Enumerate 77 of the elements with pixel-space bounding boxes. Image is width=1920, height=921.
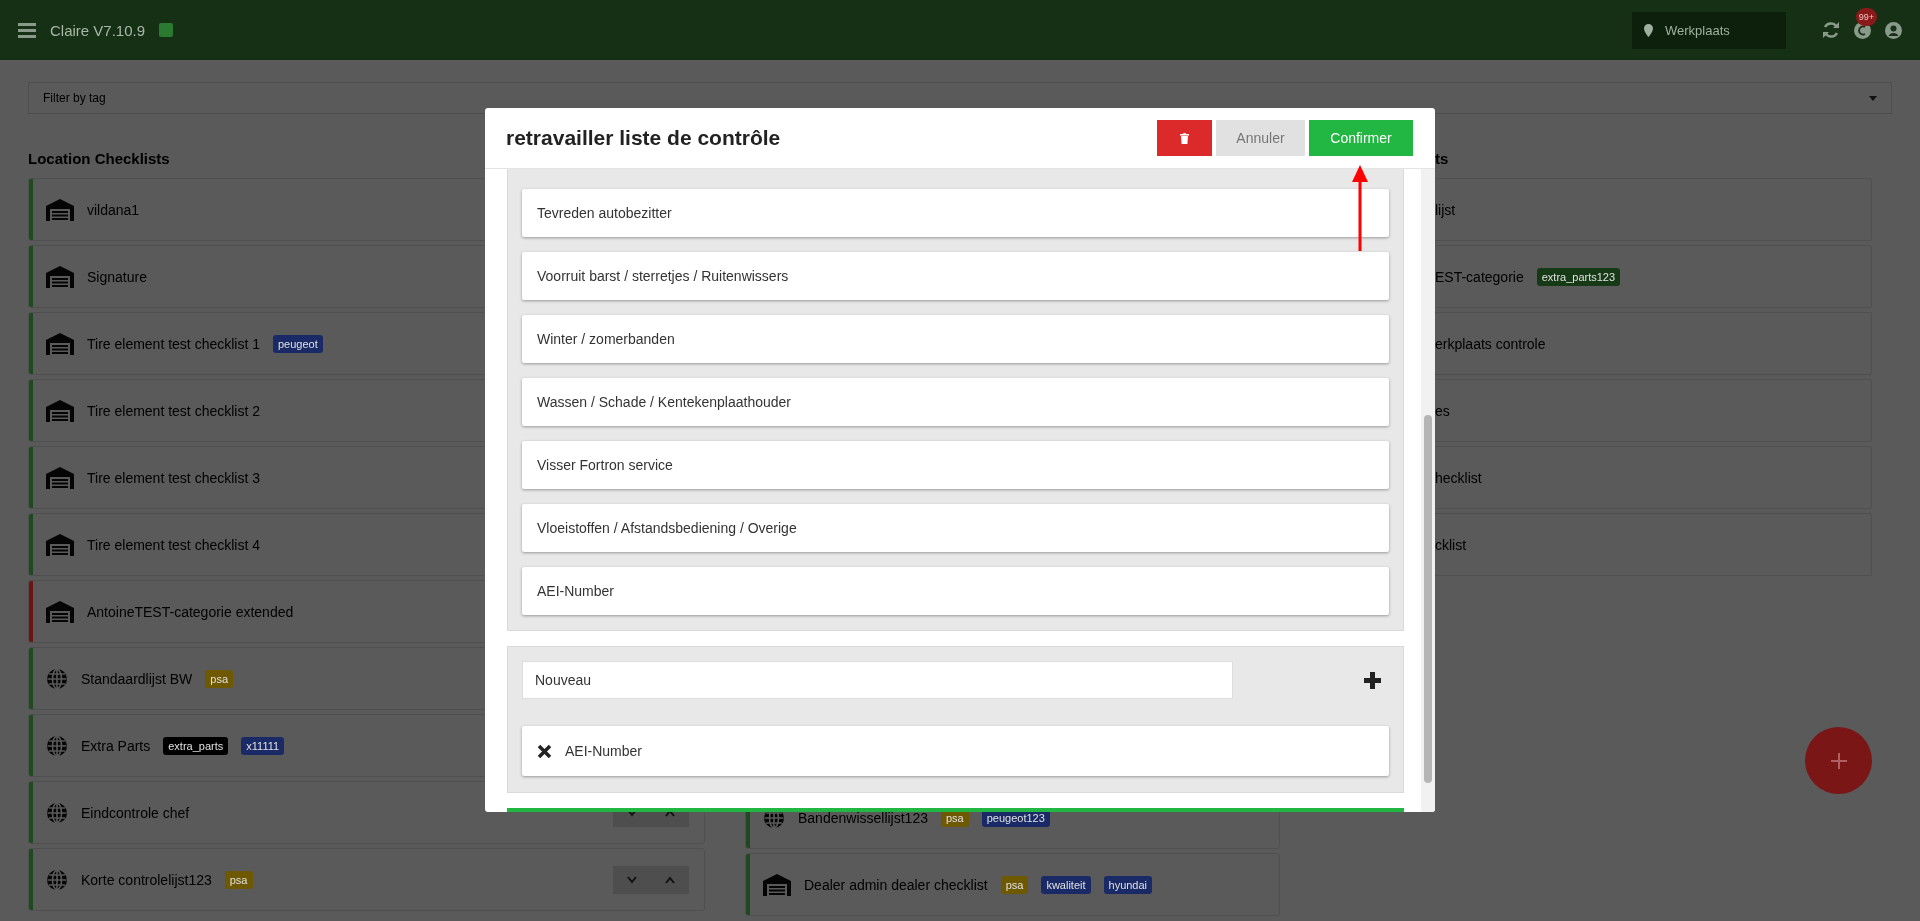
globe-icon [46,734,68,757]
cancel-button[interactable]: Annuler [1216,120,1305,156]
checklist-name: Tire element test checklist 4 [87,536,260,553]
trash-icon [1180,132,1189,144]
column-heading: ts [1435,148,1449,169]
checklist-name: Standaardlijst BW [81,670,193,687]
checklist-item[interactable]: Winter / zomerbanden [522,315,1389,363]
remove-icon[interactable] [537,743,552,759]
garage-icon [46,399,74,422]
column-heading: Location Checklists [28,148,170,169]
dialog-title: retravailler liste de contrôle [506,126,781,150]
globe-icon [46,801,68,824]
new-item-field[interactable]: Nouveau [522,661,1233,699]
globe-icon [46,667,68,690]
caret-icon [1869,95,1877,101]
checklist-name: erkplaats controle [1435,335,1546,352]
checklist-name: vildana1 [87,201,140,218]
tag: extra_parts [163,736,229,755]
plus-icon[interactable] [1364,671,1381,689]
checklist-card[interactable]: Dealer admin dealer checklist psa kwaliteit hyundai [745,853,1280,916]
checklist-name: Signature [87,268,147,285]
checklist-name: EST-categorie [1435,268,1524,285]
app-title: Claire V7.10.9 [50,21,146,39]
tag: x11111 [241,736,285,755]
checklist-name: lijst [1435,201,1456,218]
checklist-name: Dealer admin dealer checklist [804,876,988,893]
checklist-item[interactable]: Wassen / Schade / Kentekenplaathouder [522,378,1389,426]
tag: peugeot [273,334,323,353]
tag: psa [205,669,234,688]
item-label: AEI-Number [565,743,643,759]
garage-icon [46,533,74,556]
checklist-name: cklist [1435,536,1467,553]
tag: psa [224,870,253,889]
delete-button[interactable] [1157,120,1212,156]
location-field[interactable]: Werkplaats [1632,11,1786,49]
checklist-card[interactable]: EST-categorie extra_parts123 [1435,245,1872,308]
checklist-item[interactable]: Vloeistoffen / Afstandsbediening / Overige [522,504,1389,552]
checklist-name: Tire element test checklist 3 [87,469,260,486]
checklist-name: Eindcontrole chef [81,804,190,821]
checklist-card[interactable]: cklist [1435,513,1872,576]
garage-icon [46,265,74,288]
checklist-name: Tire element test checklist 1 [87,335,260,352]
tag: psa [1000,875,1029,894]
tag: extra_parts123 [1536,267,1621,286]
checklist-card[interactable]: hecklist [1435,446,1872,509]
chevron-up-icon [665,875,675,884]
garage-icon [46,600,74,623]
checklist-item[interactable]: Visser Fortron service [522,441,1389,489]
notification-badge: 99+ [1855,7,1877,26]
garage-icon [763,873,791,896]
refresh-icon[interactable] [1822,21,1840,39]
garage-icon [46,332,74,355]
checklist-card[interactable]: erkplaats controle [1435,312,1872,375]
checklist-name: Tire element test checklist 2 [87,402,260,419]
checklist-name: AntoineTEST-categorie extended [87,603,294,620]
user-icon[interactable] [1885,21,1902,39]
checklist-name: Korte controlelijst123 [81,871,212,888]
tag: hyundai [1103,875,1153,894]
garage-icon [46,466,74,489]
garage-icon [46,198,74,221]
status-icon [159,23,174,37]
checklist-name: hecklist [1435,469,1482,486]
checklist-item[interactable]: Voorruit barst / sterretjes / Ruitenwissers [522,252,1389,300]
checklist-name: es [1435,402,1450,419]
pin-icon [1644,23,1653,37]
scrollbar[interactable] [1421,169,1435,812]
checklist-item[interactable]: AEI-Number [522,567,1389,615]
checklist-name: Extra Parts [81,737,151,754]
menu-icon[interactable] [18,22,36,38]
checklist-card[interactable]: es [1435,379,1872,442]
plus-icon [1828,750,1849,771]
checklist-item[interactable]: Tevreden autobezitter [522,189,1389,237]
chevron-down-icon [627,875,637,884]
globe-icon [46,868,68,891]
tag: kwaliteit [1041,875,1091,894]
checklist-card[interactable]: lijst [1435,178,1872,241]
checklist-name: Bandenwissellijst123 [798,809,928,826]
